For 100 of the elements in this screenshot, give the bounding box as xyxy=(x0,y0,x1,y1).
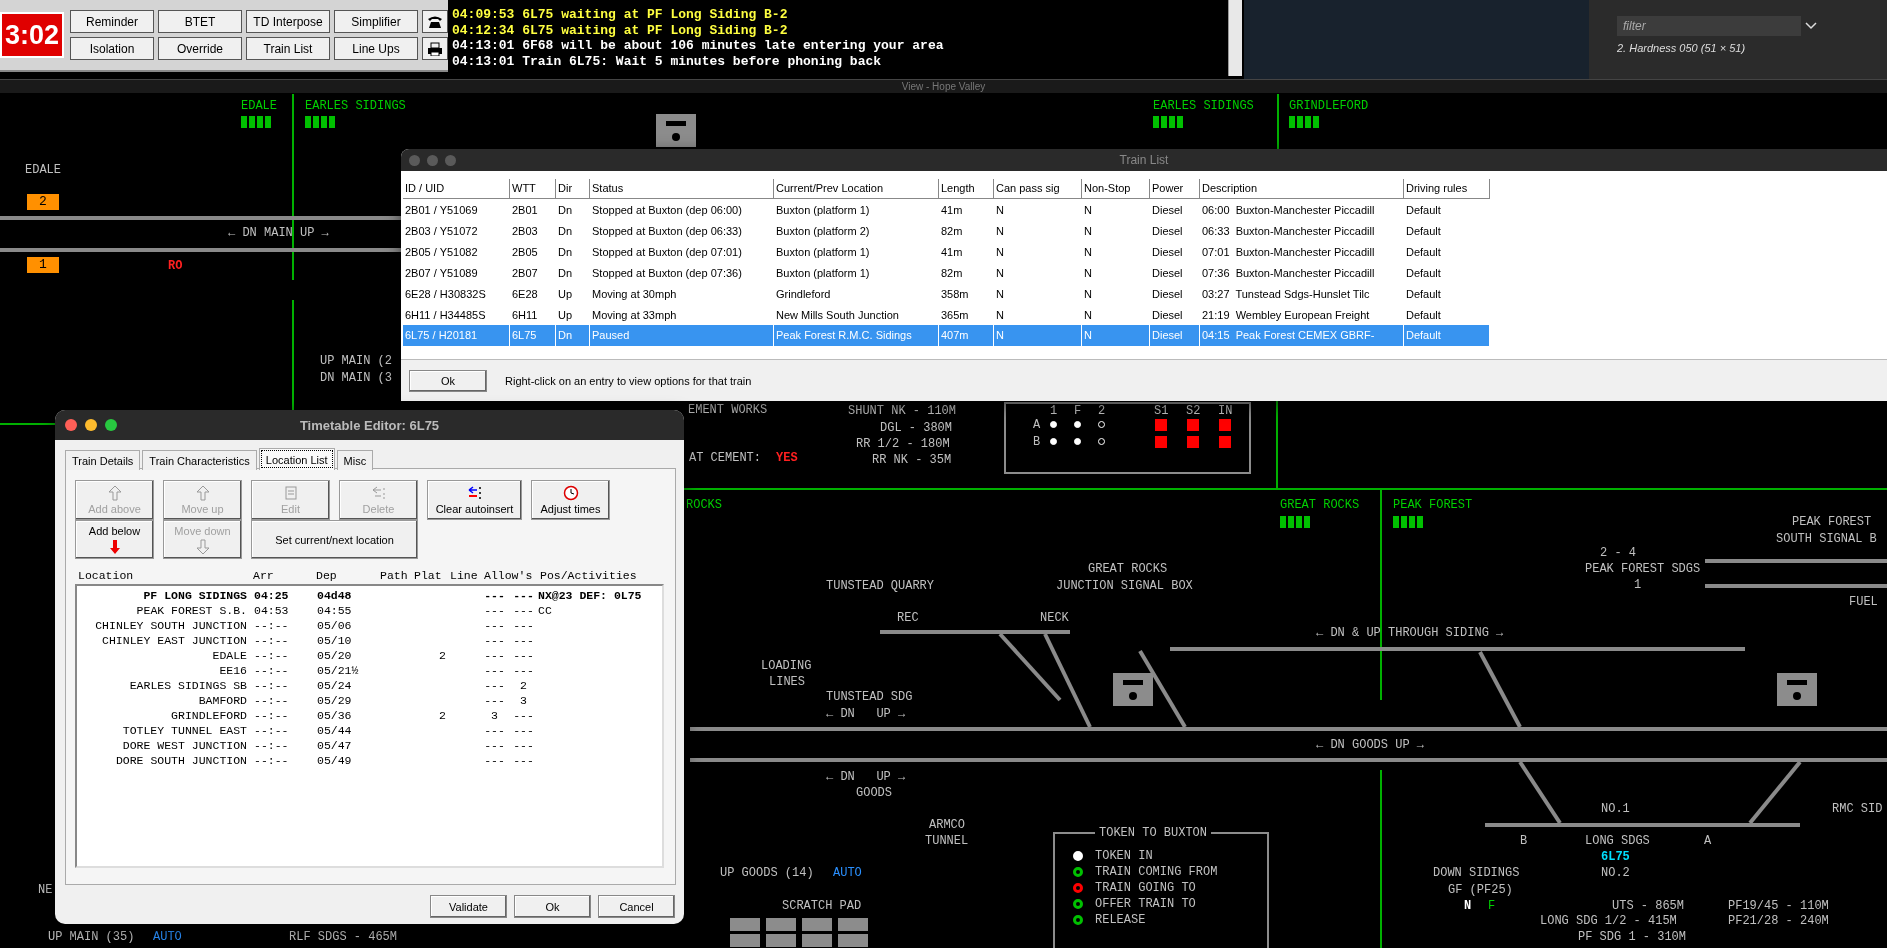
toolbar-button[interactable]: Add below xyxy=(75,520,154,559)
table-cell[interactable]: Dn xyxy=(556,224,590,237)
minimize-button[interactable] xyxy=(85,419,97,431)
table-cell[interactable]: 2B01 / Y51069 xyxy=(403,203,510,216)
table-cell[interactable]: Dn xyxy=(556,266,590,279)
table-cell[interactable]: N xyxy=(994,203,1082,216)
column-header[interactable]: Current/Prev Location xyxy=(774,179,939,198)
table-cell[interactable]: N xyxy=(1082,287,1150,300)
token-option[interactable]: TRAIN GOING TO xyxy=(1095,880,1196,896)
table-cell[interactable]: 2B03 / Y51072 xyxy=(403,224,510,237)
table-cell[interactable]: 07:36 Buxton-Manchester Piccadill xyxy=(1200,266,1404,279)
token-option[interactable]: TOKEN IN xyxy=(1095,848,1153,864)
location-cell[interactable]: BAMFORD xyxy=(77,693,254,708)
table-cell[interactable]: Buxton (platform 1) xyxy=(774,245,939,258)
table-cell[interactable]: 2B05 xyxy=(510,245,556,258)
scratch-pad-drawing[interactable] xyxy=(730,918,868,947)
table-cell[interactable]: 06:00 Buxton-Manchester Piccadill xyxy=(1200,203,1404,216)
tab[interactable]: Train Details xyxy=(65,450,141,470)
table-cell[interactable]: N xyxy=(1082,266,1150,279)
tab[interactable]: Location List xyxy=(258,448,335,470)
table-cell[interactable]: Default xyxy=(1404,203,1490,216)
panel-button[interactable]: Override xyxy=(158,37,242,60)
table-cell[interactable]: 365m xyxy=(939,308,994,321)
toolbar-button[interactable]: Set current/next location xyxy=(251,520,418,559)
table-cell[interactable]: Diesel xyxy=(1150,287,1200,300)
column-header[interactable]: Non-Stop xyxy=(1082,179,1150,198)
table-cell[interactable]: Stopped at Buxton (dep 07:36) xyxy=(590,266,774,279)
table-cell[interactable]: Default xyxy=(1404,287,1490,300)
table-cell[interactable]: Stopped at Buxton (dep 07:01) xyxy=(590,245,774,258)
column-header[interactable]: Status xyxy=(590,179,774,198)
table-cell[interactable]: Stopped at Buxton (dep 06:00) xyxy=(590,203,774,216)
filter-field[interactable]: filter xyxy=(1617,16,1801,36)
table-cell[interactable]: N xyxy=(1082,224,1150,237)
token-option[interactable]: TRAIN COMING FROM xyxy=(1095,864,1218,880)
column-header[interactable]: Dir xyxy=(556,179,590,198)
panel-icon[interactable] xyxy=(1777,673,1817,706)
ok-button[interactable]: Ok xyxy=(409,369,487,392)
table-cell[interactable]: 2B03 xyxy=(510,224,556,237)
table-cell[interactable]: Buxton (platform 1) xyxy=(774,203,939,216)
location-cell[interactable]: EE16 xyxy=(77,663,254,678)
tab[interactable]: Misc xyxy=(336,450,374,470)
dialog-button[interactable]: Validate xyxy=(430,895,507,918)
scroll-bar[interactable] xyxy=(1228,0,1242,76)
toolbar-button[interactable]: Adjust times xyxy=(531,480,610,520)
table-cell[interactable]: Default xyxy=(1404,224,1490,237)
tab[interactable]: Train Characteristics xyxy=(142,450,257,470)
table-cell[interactable]: Buxton (platform 1) xyxy=(774,266,939,279)
location-cell[interactable]: DORE SOUTH JUNCTION xyxy=(77,753,254,768)
toolbar-button[interactable]: Clear autoinsert xyxy=(427,480,522,520)
table-cell[interactable]: 2B05 / Y51082 xyxy=(403,245,510,258)
printer-button[interactable] xyxy=(422,37,448,60)
panel-button[interactable]: Line Ups xyxy=(334,37,418,60)
table-cell[interactable]: Default xyxy=(1404,266,1490,279)
table-cell[interactable]: Dn xyxy=(556,245,590,258)
table-cell[interactable]: Up xyxy=(556,308,590,321)
berth-number[interactable]: 2 xyxy=(27,194,59,210)
table-cell[interactable]: Default xyxy=(1404,308,1490,321)
table-cell[interactable]: N xyxy=(994,287,1082,300)
table-cell[interactable]: 6H11 / H34485S xyxy=(403,308,510,321)
table-cell[interactable]: 358m xyxy=(939,287,994,300)
location-cell[interactable]: PEAK FOREST S.B. xyxy=(77,603,254,618)
dialog-button[interactable]: Ok xyxy=(514,895,591,918)
table-cell[interactable]: Grindleford xyxy=(774,287,939,300)
panel-button[interactable]: TD Interpose xyxy=(246,10,330,33)
dialog-button[interactable]: Cancel xyxy=(598,895,675,918)
location-cell[interactable]: CHINLEY SOUTH JUNCTION xyxy=(77,618,254,633)
panel-icon[interactable] xyxy=(1113,673,1153,706)
column-header[interactable]: Driving rules xyxy=(1404,179,1490,198)
table-cell[interactable]: Diesel xyxy=(1150,266,1200,279)
table-cell[interactable]: 2B01 xyxy=(510,203,556,216)
location-cell[interactable]: GRINDLEFORD xyxy=(77,708,254,723)
table-cell[interactable]: 2B07 / Y51089 xyxy=(403,266,510,279)
panel-button[interactable]: Isolation xyxy=(70,37,154,60)
table-cell[interactable]: Moving at 30mph xyxy=(590,287,774,300)
table-cell[interactable]: N xyxy=(994,308,1082,321)
table-cell[interactable]: Default xyxy=(1404,245,1490,258)
table-cell[interactable]: Moving at 33mph xyxy=(590,308,774,321)
table-cell[interactable]: N xyxy=(994,266,1082,279)
table-cell[interactable]: 06:33 Buxton-Manchester Piccadill xyxy=(1200,224,1404,237)
table-cell[interactable]: 21:19 Wembley European Freight xyxy=(1200,308,1404,321)
table-cell[interactable]: 6H11 xyxy=(510,308,556,321)
table-cell[interactable]: Buxton (platform 2) xyxy=(774,224,939,237)
table-cell[interactable]: N xyxy=(994,245,1082,258)
column-header[interactable]: WTT xyxy=(510,179,556,198)
column-header[interactable]: Description xyxy=(1200,179,1404,198)
token-option[interactable]: OFFER TRAIN TO xyxy=(1095,896,1196,912)
close-button[interactable] xyxy=(65,419,77,431)
berth-number[interactable]: 1 xyxy=(27,257,59,273)
column-header[interactable]: Length xyxy=(939,179,994,198)
table-cell[interactable]: 82m xyxy=(939,224,994,237)
token-option[interactable]: RELEASE xyxy=(1095,912,1146,928)
table-cell[interactable]: Stopped at Buxton (dep 06:33) xyxy=(590,224,774,237)
table-cell[interactable]: 07:01 Buxton-Manchester Piccadill xyxy=(1200,245,1404,258)
table-cell[interactable]: N xyxy=(1082,308,1150,321)
column-header[interactable]: ID / UID xyxy=(403,179,510,198)
location-cell[interactable]: TOTLEY TUNNEL EAST xyxy=(77,723,254,738)
table-cell[interactable]: 6E28 xyxy=(510,287,556,300)
maximize-button[interactable] xyxy=(105,419,117,431)
table-cell[interactable]: N xyxy=(1082,203,1150,216)
panel-button[interactable]: Reminder xyxy=(70,10,154,33)
